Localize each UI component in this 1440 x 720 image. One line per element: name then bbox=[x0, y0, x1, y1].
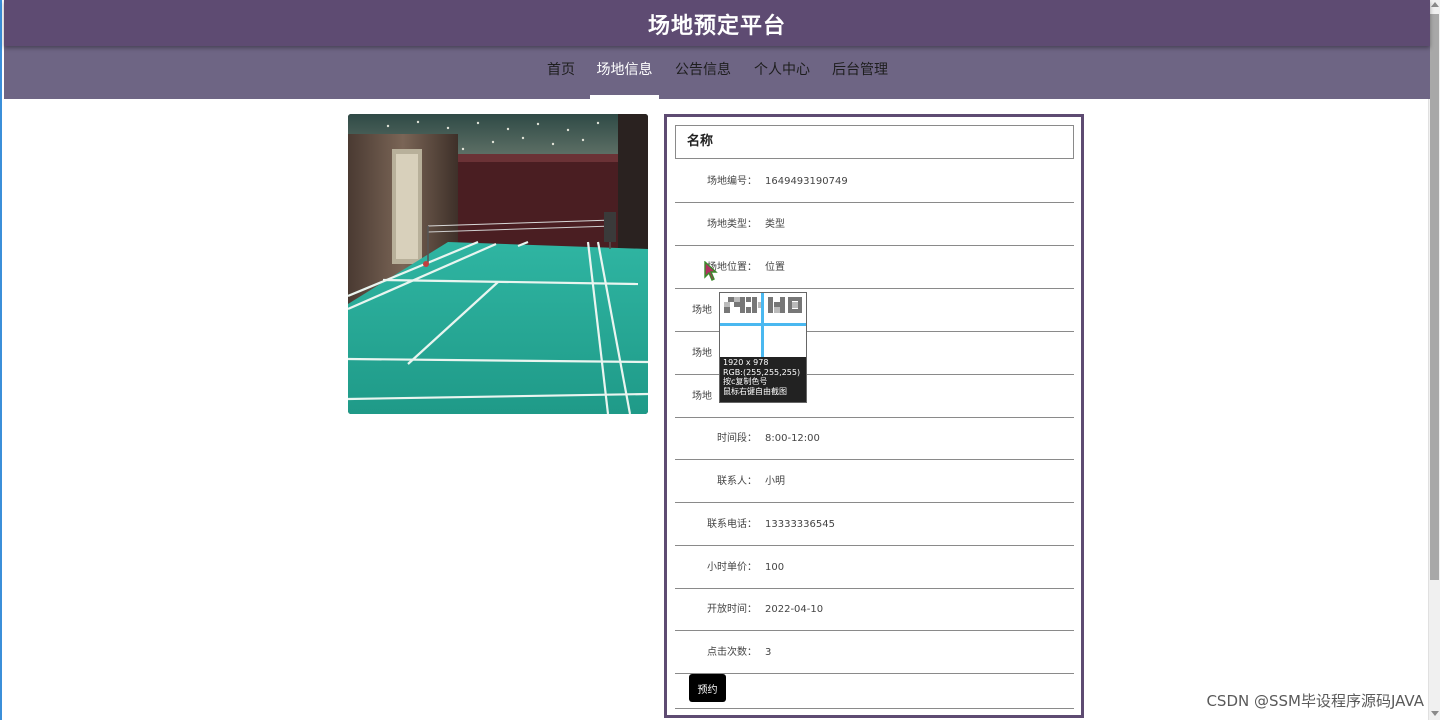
magnifier-view bbox=[720, 293, 806, 357]
detail-row-hourly-price: 小时单价： 100 bbox=[675, 546, 1074, 589]
scroll-down-arrow-icon[interactable] bbox=[1431, 711, 1439, 716]
detail-row-open-time: 开放时间： 2022-04-10 bbox=[675, 588, 1074, 631]
detail-value: 100 bbox=[765, 562, 785, 573]
detail-label: 场地 bbox=[692, 348, 712, 359]
badminton-court-image bbox=[348, 114, 648, 414]
detail-value: 小明 bbox=[765, 476, 785, 487]
page-scrollbar[interactable] bbox=[1428, 0, 1440, 720]
divider bbox=[675, 708, 1074, 709]
venue-name-heading: 名称 bbox=[675, 125, 1074, 159]
nav-personal-center[interactable]: 个人中心 bbox=[751, 46, 813, 99]
nav-announcements[interactable]: 公告信息 bbox=[672, 46, 734, 99]
detail-label: 场地类型： bbox=[707, 219, 757, 230]
detail-row-venue-location: 场地位置： 位置 bbox=[675, 246, 1074, 289]
detail-row-click-count: 点击次数： 3 bbox=[675, 631, 1074, 674]
detail-label: 联系人： bbox=[717, 476, 757, 487]
site-title: 场地预定平台 bbox=[647, 14, 786, 39]
detail-row-phone: 联系电话： 13333336545 bbox=[675, 503, 1074, 546]
detail-value: 1649493190749 bbox=[765, 176, 848, 187]
scrollbar-thumb[interactable] bbox=[1430, 14, 1439, 580]
detail-value: 位置 bbox=[765, 262, 785, 273]
venue-detail-card: 名称 场地编号： 1649493190749 场地类型： 类型 场地位置： 位置… bbox=[664, 114, 1084, 718]
csdn-watermark: CSDN @SSM毕设程序源码JAVA bbox=[1206, 692, 1424, 710]
picker-copy-hint: 按c复制色号 bbox=[723, 377, 768, 386]
scroll-up-arrow-icon[interactable] bbox=[1431, 2, 1439, 7]
detail-label: 场地 bbox=[692, 391, 712, 402]
picker-screenshot-hint: 鼠标右键自由截图 bbox=[723, 386, 787, 396]
detail-row-contact: 联系人： 小明 bbox=[675, 460, 1074, 503]
picker-rgb: RGB:(255,255,255) bbox=[723, 367, 801, 377]
detail-label: 联系电话： bbox=[707, 519, 757, 530]
venue-photo bbox=[348, 114, 648, 414]
nav-venue-info[interactable]: 场地信息 bbox=[590, 46, 659, 99]
mouse-cursor-icon bbox=[704, 260, 718, 285]
detail-label: 点击次数： bbox=[707, 647, 757, 658]
detail-value: 类型 bbox=[765, 219, 785, 230]
detail-label: 场地编号： bbox=[707, 176, 757, 187]
color-picker-overlay: 1920 x 978 RGB:(255,255,255) 按c复制色号 鼠标右键… bbox=[719, 292, 807, 403]
detail-row-time-slot: 时间段： 8:00-12:00 bbox=[675, 417, 1074, 460]
detail-value: 8:00-12:00 bbox=[765, 433, 820, 444]
detail-value: 13333336545 bbox=[765, 519, 835, 530]
site-header: 场地预定平台 bbox=[4, 0, 1430, 46]
detail-label: 场地 bbox=[692, 305, 712, 316]
detail-value: 3 bbox=[765, 647, 772, 658]
detail-label: 时间段： bbox=[717, 433, 757, 444]
detail-row-venue-type: 场地类型： 类型 bbox=[675, 203, 1074, 246]
detail-label: 开放时间： bbox=[707, 604, 757, 615]
detail-label: 小时单价： bbox=[707, 562, 757, 573]
detail-value: 2022-04-10 bbox=[765, 604, 824, 615]
picker-resolution: 1920 x 978 bbox=[723, 358, 769, 367]
book-button[interactable]: 预约 bbox=[689, 674, 726, 702]
detail-row-venue-number: 场地编号： 1649493190749 bbox=[675, 160, 1074, 203]
main-nav: 首页 场地信息 公告信息 个人中心 后台管理 bbox=[4, 46, 1430, 99]
browser-frame: 场地预定平台 首页 场地信息 公告信息 个人中心 后台管理 名称 场地编号： 1… bbox=[0, 0, 1440, 720]
nav-admin[interactable]: 后台管理 bbox=[829, 46, 891, 99]
nav-home[interactable]: 首页 bbox=[543, 46, 579, 99]
color-info-panel: 1920 x 978 RGB:(255,255,255) 按c复制色号 鼠标右键… bbox=[720, 357, 806, 402]
